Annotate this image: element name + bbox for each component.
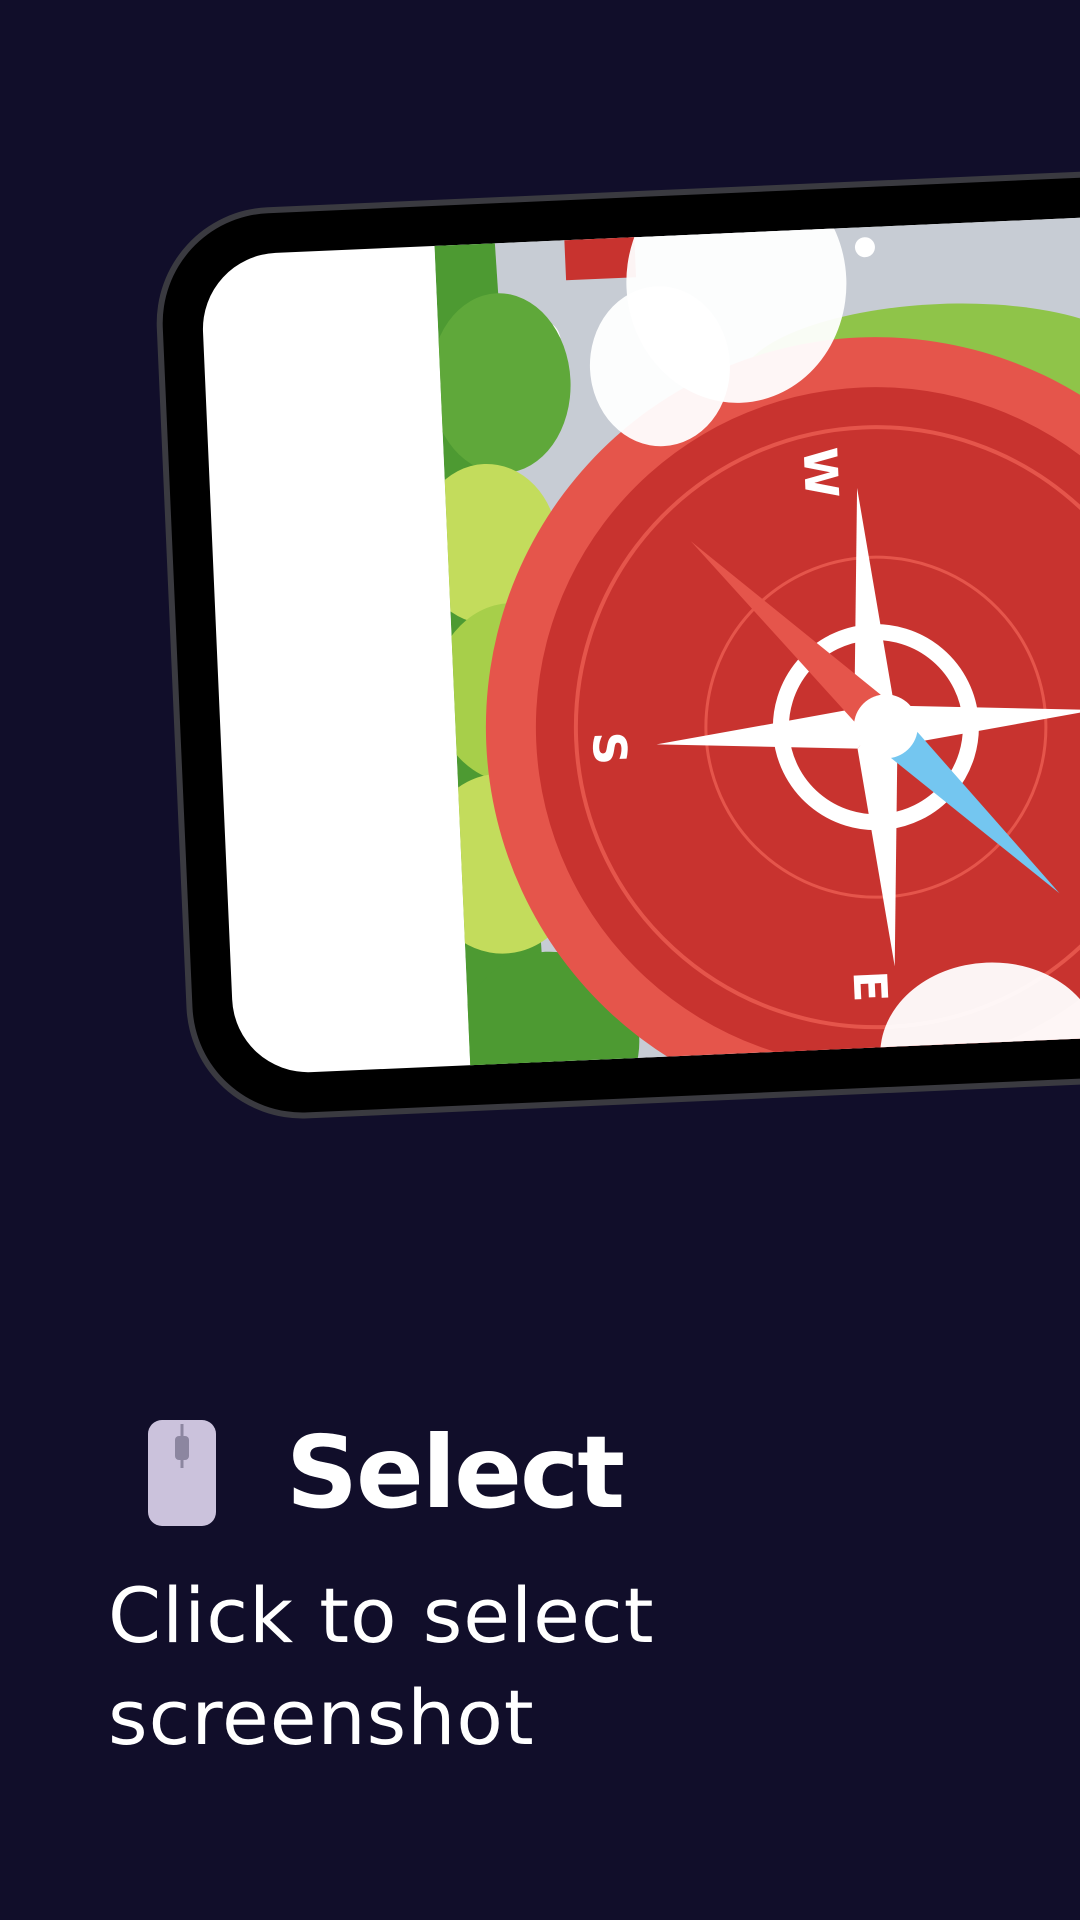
compass-label-west: W [793,446,849,499]
onboarding-subtitle: Click to select screenshot [108,1571,655,1762]
select-header: Select [148,1414,625,1531]
mouse-icon [148,1420,216,1526]
phone-screen: W S N E [199,211,1080,1076]
compass-illustration: W S N E [433,211,1080,1076]
compass-label-south: S [582,731,637,766]
phone-mockup: W S N E [158,170,1080,1118]
onboarding-page: W S N E Select Click to select screensho… [0,0,1080,1920]
onboarding-title: Select [286,1414,625,1531]
compass-label-east: E [843,970,898,1004]
